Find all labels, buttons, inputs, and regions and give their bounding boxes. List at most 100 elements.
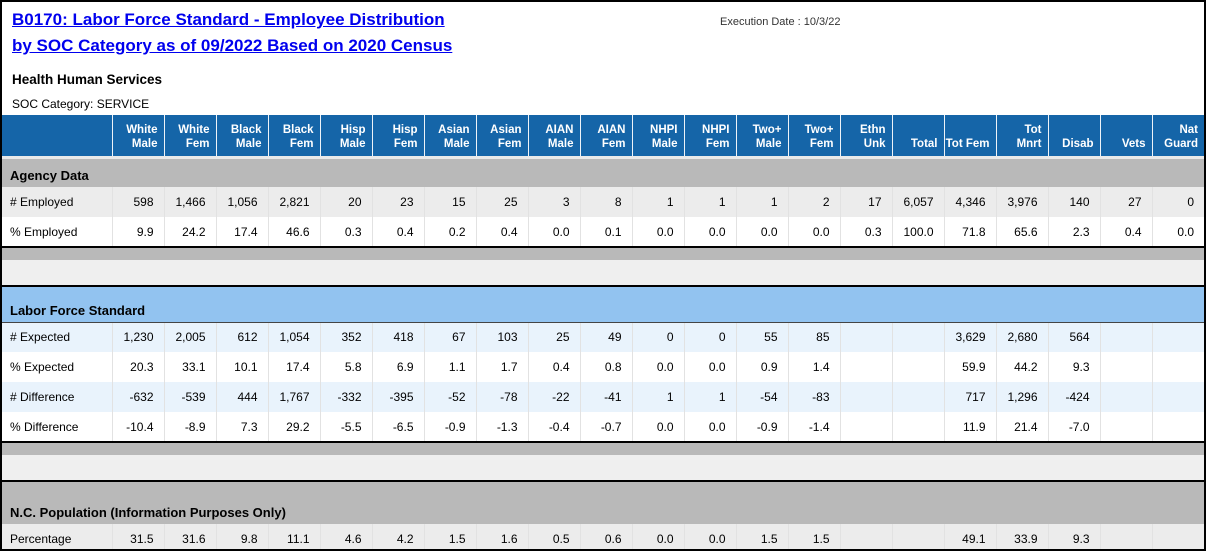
section-header-label: Labor Force Standard (2, 285, 1204, 323)
cell-employed-white-fem: 24.2 (163, 217, 216, 248)
column-header-black-male: Black Male (215, 115, 268, 157)
cell-difference-white-male: -632 (111, 382, 164, 412)
cell-employed-aian-male: 3 (527, 187, 580, 217)
row-label: # Employed (2, 187, 112, 217)
cell-percentage-tot-mnrt: 33.9 (995, 524, 1048, 549)
column-header-aian-fem: AIAN Fem (579, 115, 632, 157)
distribution-table: White Male White Fem Black Male Black Fem Hi… (2, 115, 1204, 549)
cell-expected-nhpi-fem: 0 (683, 322, 736, 352)
column-header-nhpi-fem: NHPI Fem (683, 115, 736, 157)
column-header-vets: Vets (1099, 115, 1152, 157)
row-label: Percentage (2, 524, 112, 549)
cell-employed-black-fem: 2,821 (267, 187, 320, 217)
column-header-white-fem: White Fem (163, 115, 216, 157)
cell-expected-white-male: 1,230 (111, 322, 164, 352)
cell-expected-nat-guard (1151, 352, 1204, 382)
cell-expected-white-male: 20.3 (111, 352, 164, 382)
cell-expected-hisp-fem: 6.9 (371, 352, 424, 382)
column-header-hisp-fem: Hisp Fem (371, 115, 424, 157)
cell-difference-black-male: 7.3 (215, 412, 268, 443)
cell-difference-black-fem: 29.2 (267, 412, 320, 443)
cell-employed-black-male: 17.4 (215, 217, 268, 248)
row-label-column-header (2, 115, 112, 157)
cell-employed-hisp-fem: 0.4 (371, 217, 424, 248)
agency-name: Health Human Services (12, 72, 163, 87)
column-header-total: Total (891, 115, 944, 157)
cell-difference-asian-male: -52 (423, 382, 476, 412)
table-body: Agency Data # Employed 598 1,466 1,056 2,821 2… (2, 155, 1204, 549)
cell-percentage-ethn-unk (839, 524, 892, 549)
cell-employed-black-fem: 46.6 (267, 217, 320, 248)
row-label: # Expected (2, 322, 112, 352)
cell-employed-tot-mnrt: 65.6 (995, 217, 1048, 248)
cell-employed-asian-fem: 25 (475, 187, 528, 217)
cell-difference-two-fem: -83 (787, 382, 840, 412)
spacer-row (2, 455, 1204, 481)
cell-difference-ethn-unk (839, 382, 892, 412)
column-header-nhpi-male: NHPI Male (631, 115, 684, 157)
cell-difference-aian-male: -0.4 (527, 412, 580, 443)
cell-employed-two-male: 1 (735, 187, 788, 217)
column-header-asian-fem: Asian Fem (475, 115, 528, 157)
report-title-link[interactable]: B0170: Labor Force Standard - Employee D… (12, 7, 452, 59)
row-label: % Expected (2, 352, 112, 382)
cell-difference-tot-mnrt: 1,296 (995, 382, 1048, 412)
cell-employed-disab: 140 (1047, 187, 1100, 217)
cell-expected-aian-fem: 0.8 (579, 352, 632, 382)
cell-difference-white-fem: -8.9 (163, 412, 216, 443)
cell-employed-ethn-unk: 0.3 (839, 217, 892, 248)
cell-difference-hisp-male: -5.5 (319, 412, 372, 443)
cell-percentage-hisp-male: 4.6 (319, 524, 372, 549)
cell-difference-aian-male: -22 (527, 382, 580, 412)
cell-difference-two-fem: -1.4 (787, 412, 840, 443)
spacer-cell (2, 455, 1204, 481)
cell-difference-nhpi-fem: 1 (683, 382, 736, 412)
cell-expected-tot-mnrt: 2,680 (995, 322, 1048, 352)
row-label: % Difference (2, 412, 112, 443)
cell-difference-vets (1099, 412, 1152, 443)
cell-difference-white-fem: -539 (163, 382, 216, 412)
cell-expected-asian-male: 1.1 (423, 352, 476, 382)
table-row-difference: # Difference -632 -539 444 1,767 -332 -395 -52-… (2, 382, 1204, 412)
table-row-expected: # Expected 1,230 2,005 612 1,054 352 418 67 103 2… (2, 322, 1204, 352)
cell-percentage-black-fem: 11.1 (267, 524, 320, 549)
cell-employed-tot-fem: 4,346 (943, 187, 996, 217)
column-header-row: White Male White Fem Black Male Black Fem Hi… (2, 115, 1204, 157)
cell-expected-two-male: 55 (735, 322, 788, 352)
cell-difference-asian-fem: -1.3 (475, 412, 528, 443)
cell-expected-ethn-unk (839, 352, 892, 382)
cell-expected-vets (1099, 322, 1152, 352)
cell-difference-nat-guard (1151, 412, 1204, 443)
cell-percentage-asian-fem: 1.6 (475, 524, 528, 549)
cell-percentage-aian-male: 0.5 (527, 524, 580, 549)
cell-expected-disab: 9.3 (1047, 352, 1100, 382)
cell-expected-aian-fem: 49 (579, 322, 632, 352)
cell-employed-aian-fem: 8 (579, 187, 632, 217)
cell-expected-nat-guard (1151, 322, 1204, 352)
cell-employed-white-male: 598 (111, 187, 164, 217)
column-header-tot-mnrt: Tot Mnrt (995, 115, 1048, 157)
cell-expected-two-fem: 85 (787, 322, 840, 352)
cell-expected-tot-fem: 3,629 (943, 322, 996, 352)
column-header-two-fem: Two+ Fem (787, 115, 840, 157)
cell-expected-hisp-male: 352 (319, 322, 372, 352)
cell-difference-nhpi-fem: 0.0 (683, 412, 736, 443)
cell-employed-aian-fem: 0.1 (579, 217, 632, 248)
cell-employed-aian-male: 0.0 (527, 217, 580, 248)
report-title-line-1[interactable]: B0170: Labor Force Standard - Employee D… (12, 7, 452, 33)
cell-expected-aian-male: 25 (527, 322, 580, 352)
section-header-nc-population: N.C. Population (Information Purposes On… (2, 480, 1204, 524)
cell-percentage-two-male: 1.5 (735, 524, 788, 549)
cell-employed-vets: 27 (1099, 187, 1152, 217)
report-header: B0170: Labor Force Standard - Employee D… (2, 2, 1204, 115)
section-header-agency-data: Agency Data (2, 155, 1204, 187)
cell-percentage-hisp-fem: 4.2 (371, 524, 424, 549)
cell-employed-two-fem: 2 (787, 187, 840, 217)
cell-difference-total (891, 412, 944, 443)
cell-difference-tot-fem: 11.9 (943, 412, 996, 443)
cell-employed-white-male: 9.9 (111, 217, 164, 248)
cell-percentage-disab: 9.3 (1047, 524, 1100, 549)
cell-percentage-vets (1099, 524, 1152, 549)
report-title-line-2[interactable]: by SOC Category as of 09/2022 Based on 2… (12, 33, 452, 59)
cell-employed-nat-guard: 0 (1151, 187, 1204, 217)
